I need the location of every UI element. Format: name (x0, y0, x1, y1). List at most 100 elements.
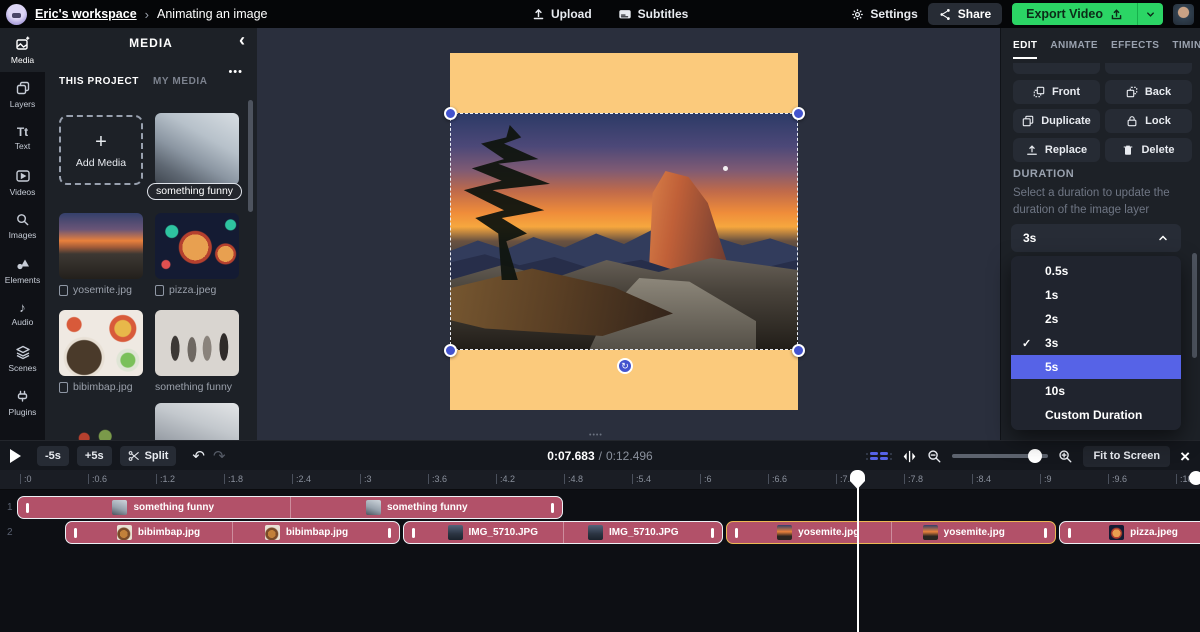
lock-button[interactable]: Lock (1105, 109, 1192, 133)
export-video-button[interactable]: Export Video (1012, 3, 1137, 25)
duration-option[interactable]: 0.5s (1011, 259, 1181, 283)
clip-bibimbap[interactable]: bibimbap.jpg bibimbap.jpg (65, 521, 400, 544)
media-item-name-pill[interactable]: something funny (147, 183, 242, 200)
sidebar-item-audio[interactable]: ♪ Audio (0, 292, 45, 336)
tab-edit[interactable]: EDIT (1013, 40, 1037, 59)
tab-this-project[interactable]: THIS PROJECT (59, 76, 139, 87)
fit-to-screen-button[interactable]: Fit to Screen (1083, 446, 1170, 467)
split-button[interactable]: Split (120, 446, 177, 466)
skip-forward-button[interactable]: +5s (77, 446, 112, 466)
duration-option-custom[interactable]: Custom Duration (1011, 403, 1181, 427)
split-playhead-icon[interactable] (902, 449, 917, 464)
front-button[interactable]: Front (1013, 80, 1100, 104)
inspector-scrollbar[interactable] (1192, 253, 1197, 358)
tab-animate[interactable]: ANIMATE (1050, 40, 1098, 59)
user-avatar[interactable] (1173, 4, 1194, 25)
media-item-pizza[interactable]: pizza.jpeg (155, 213, 239, 296)
timeline-zoom-slider[interactable] (952, 454, 1048, 458)
zoom-in-icon[interactable] (1058, 449, 1073, 464)
sidebar-item-text[interactable]: Tt Text (0, 116, 45, 160)
resize-handle-top-right[interactable] (792, 107, 805, 120)
trim-handle-left[interactable] (412, 528, 415, 538)
workspace-link[interactable]: Eric's workspace (35, 7, 137, 21)
media-thumbnail[interactable] (155, 310, 239, 376)
resize-handle-top-left[interactable] (444, 107, 457, 120)
media-overflow-icon[interactable]: ••• (228, 66, 243, 78)
duration-option[interactable]: 1s (1011, 283, 1181, 307)
upload-button[interactable]: Upload (532, 7, 592, 21)
trim-handle-right[interactable] (388, 528, 391, 538)
close-timeline-icon[interactable]: × (1180, 448, 1190, 465)
timeline-resize-grip[interactable]: •••• (589, 432, 603, 439)
sidebar-item-media[interactable]: Media (0, 28, 45, 72)
media-item-partial[interactable] (59, 403, 143, 440)
partial-button[interactable] (1105, 63, 1192, 74)
tab-effects[interactable]: EFFECTS (1111, 40, 1159, 59)
media-thumbnail[interactable] (155, 213, 239, 279)
media-thumbnail[interactable] (155, 403, 239, 440)
duplicate-button[interactable]: Duplicate (1013, 109, 1100, 133)
media-thumbnail[interactable] (59, 213, 143, 279)
zoom-out-icon[interactable] (927, 449, 942, 464)
timeline-view-toggle-icon[interactable] (866, 452, 892, 460)
selected-image-layer[interactable] (450, 113, 798, 350)
clip-img-5710[interactable]: IMG_5710.JPG IMG_5710.JPG (403, 521, 723, 544)
redo-icon[interactable]: ↷ (213, 447, 226, 465)
clip-yosemite-selected[interactable]: yosemite.jpg yosemite.jpg (726, 521, 1056, 544)
export-options-caret[interactable] (1137, 3, 1163, 25)
rotate-handle[interactable]: ↻ (617, 358, 633, 374)
duration-option-checked[interactable]: ✓3s (1011, 331, 1181, 355)
collapse-panel-icon[interactable]: ‹ (239, 30, 245, 51)
resize-handle-bottom-left[interactable] (444, 344, 457, 357)
add-media-button[interactable]: + Add Media (59, 115, 143, 185)
trim-handle-left[interactable] (74, 528, 77, 538)
partial-button[interactable] (1013, 63, 1100, 74)
project-title[interactable]: Animating an image (157, 7, 267, 21)
media-thumbnail[interactable] (59, 403, 143, 440)
trim-handle-left[interactable] (1068, 528, 1071, 538)
sidebar-item-plugins[interactable]: Plugins (0, 380, 45, 424)
duration-option-highlighted[interactable]: 5s (1011, 355, 1181, 379)
duration-option[interactable]: 2s (1011, 307, 1181, 331)
media-item-partial-2[interactable] (155, 403, 239, 440)
skip-back-button[interactable]: -5s (37, 446, 69, 466)
sidebar-item-images[interactable]: Images (0, 204, 45, 248)
timeline-ruler[interactable]: :0 :0.6 :1.2 :1.8 :2.4 :3 :3.6 :4.2 :4.8… (0, 470, 1200, 490)
trim-handle-right[interactable] (711, 528, 714, 538)
sidebar-item-layers[interactable]: Layers (0, 72, 45, 116)
share-button[interactable]: Share (928, 3, 1002, 25)
replace-button[interactable]: Replace (1013, 138, 1100, 162)
tab-timing[interactable]: TIMING (1172, 40, 1200, 59)
trim-handle-right[interactable] (551, 503, 554, 513)
media-item-something-funny-2[interactable]: something funny (155, 310, 239, 393)
play-button[interactable] (10, 449, 21, 463)
sidebar-item-scenes[interactable]: Scenes (0, 336, 45, 380)
trim-handle-left[interactable] (735, 528, 738, 538)
media-scrollbar[interactable] (248, 100, 253, 212)
clip-pizza[interactable]: pizza.jpeg (1059, 521, 1200, 544)
media-item-something-funny[interactable] (155, 113, 239, 185)
duration-option[interactable]: 10s (1011, 379, 1181, 403)
clip-something-funny[interactable]: something funny something funny (17, 496, 563, 519)
media-thumbnail[interactable] (59, 310, 143, 376)
undo-icon[interactable]: ↶ (192, 447, 205, 465)
trim-handle-right[interactable] (1044, 528, 1047, 538)
resize-handle-bottom-right[interactable] (792, 344, 805, 357)
zoom-slider-knob[interactable] (1028, 449, 1042, 463)
settings-button[interactable]: Settings (851, 7, 917, 21)
media-thumbnail[interactable] (155, 113, 239, 185)
clip-label: bibimbap.jpg (138, 527, 200, 538)
sidebar-item-videos[interactable]: Videos (0, 160, 45, 204)
kapwing-logo-icon[interactable] (6, 4, 27, 25)
tab-my-media[interactable]: MY MEDIA (153, 76, 208, 87)
trim-handle-left[interactable] (26, 503, 29, 513)
timeline-end-marker[interactable] (1189, 471, 1200, 485)
sidebar-item-elements[interactable]: Elements (0, 248, 45, 292)
subtitles-button[interactable]: Subtitles (618, 7, 689, 21)
total-time: 0:12.496 (606, 449, 653, 463)
back-button[interactable]: Back (1105, 80, 1192, 104)
media-item-bibimbap[interactable]: bibimbap.jpg (59, 310, 143, 393)
media-item-yosemite[interactable]: yosemite.jpg (59, 213, 143, 296)
delete-button[interactable]: Delete (1105, 138, 1192, 162)
duration-select[interactable]: 3s (1011, 224, 1181, 252)
